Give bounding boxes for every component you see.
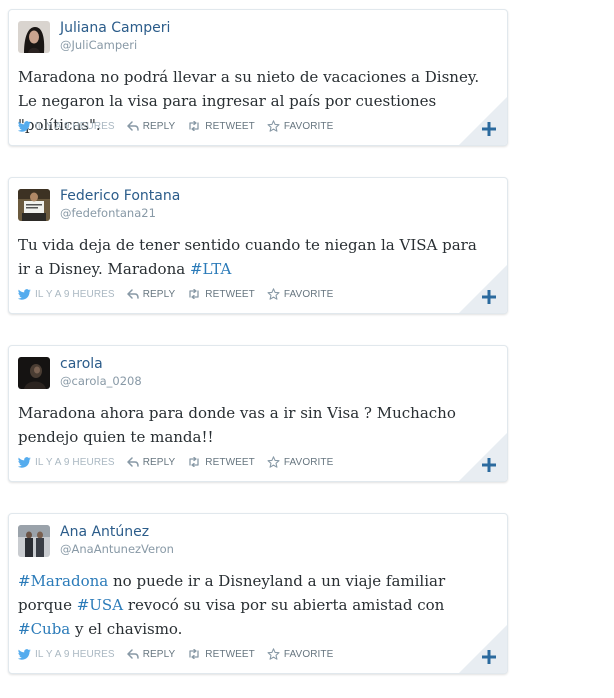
favorite-button[interactable]: FAVORITE	[267, 120, 334, 132]
tweet-text-segment: Maradona ahora para donde vas a ir sin V…	[18, 404, 456, 446]
user-handle: @AnaAntunezVeron	[60, 542, 174, 556]
star-icon	[267, 648, 280, 660]
tweet-timestamp[interactable]: IL Y A 9 HEURES	[35, 649, 115, 660]
star-icon	[267, 120, 280, 132]
avatar[interactable]	[18, 525, 50, 557]
favorite-button[interactable]: FAVORITE	[267, 648, 334, 660]
retweet-icon	[189, 289, 199, 299]
tweet-text-segment: revocó su visa por su abierta amistad co…	[123, 596, 445, 614]
reply-button[interactable]: REPLY	[126, 288, 176, 300]
favorite-label: FAVORITE	[283, 288, 334, 300]
retweet-label: RETWEET	[205, 120, 255, 132]
user-name[interactable]: Juliana Camperi	[60, 20, 170, 36]
retweet-icon	[189, 457, 199, 467]
tweet-text-segment: Tu vida deja de tener sentido cuando te …	[18, 236, 477, 278]
tweet-actions: IL Y A 9 HEURES REPLY RETWEET FAVORITE	[18, 119, 345, 133]
retweet-icon	[189, 121, 199, 131]
twitter-bird-icon	[18, 648, 31, 660]
tweet-card: Juliana Camperi @JuliCamperi Maradona no…	[8, 9, 508, 146]
favorite-button[interactable]: FAVORITE	[267, 456, 334, 468]
favorite-label: FAVORITE	[283, 120, 334, 132]
reply-label: REPLY	[142, 288, 176, 300]
plus-icon[interactable]	[481, 457, 497, 473]
favorite-label: FAVORITE	[283, 456, 334, 468]
hashtag-link[interactable]: #LTA	[190, 260, 231, 278]
tweet-card: carola @carola_0208 Maradona ahora para …	[8, 345, 508, 482]
twitter-bird-icon	[18, 120, 31, 132]
twitter-bird-icon	[18, 456, 31, 468]
tweet-text: Maradona ahora para donde vas a ir sin V…	[18, 401, 488, 449]
tweet-actions: IL Y A 9 HEURES REPLY RETWEET FAVORITE	[18, 455, 345, 469]
retweet-label: RETWEET	[205, 648, 255, 660]
tweet-corner	[459, 433, 507, 481]
favorite-label: FAVORITE	[283, 648, 334, 660]
tweet-card: Federico Fontana @fedefontana21 Tu vida …	[8, 177, 508, 314]
retweet-label: RETWEET	[205, 288, 255, 300]
user-name[interactable]: Federico Fontana	[60, 188, 180, 204]
plus-icon[interactable]	[481, 289, 497, 305]
tweet-actions: IL Y A 9 HEURES REPLY RETWEET FAVORITE	[18, 287, 345, 301]
tweet-timestamp[interactable]: IL Y A 9 HEURES	[35, 289, 115, 300]
avatar[interactable]	[18, 21, 50, 53]
hashtag-link[interactable]: #Cuba	[18, 620, 70, 638]
hashtag-link[interactable]: #Maradona	[18, 572, 108, 590]
tweet-corner	[459, 97, 507, 145]
retweet-button[interactable]: RETWEET	[187, 649, 255, 660]
retweet-icon	[189, 649, 199, 659]
favorite-button[interactable]: FAVORITE	[267, 288, 334, 300]
tweet-text: Tu vida deja de tener sentido cuando te …	[18, 233, 488, 281]
user-name[interactable]: Ana Antúnez	[60, 524, 149, 540]
retweet-button[interactable]: RETWEET	[187, 121, 255, 132]
retweet-button[interactable]: RETWEET	[187, 457, 255, 468]
tweet-timestamp[interactable]: IL Y A 9 HEURES	[35, 457, 115, 468]
tweet-card: Ana Antúnez @AnaAntunezVeron #Maradona n…	[8, 513, 508, 674]
reply-label: REPLY	[142, 456, 176, 468]
reply-button[interactable]: REPLY	[126, 648, 176, 660]
user-handle: @fedefontana21	[60, 206, 156, 220]
reply-button[interactable]: REPLY	[126, 120, 176, 132]
reply-icon	[126, 457, 139, 467]
user-handle: @carola_0208	[60, 374, 142, 388]
star-icon	[267, 456, 280, 468]
avatar[interactable]	[18, 357, 50, 389]
reply-icon	[126, 289, 139, 299]
tweet-text: #Maradona no puede ir a Disneyland a un …	[18, 569, 488, 641]
retweet-label: RETWEET	[205, 456, 255, 468]
tweet-corner	[459, 625, 507, 673]
hashtag-link[interactable]: #USA	[77, 596, 123, 614]
plus-icon[interactable]	[481, 649, 497, 665]
star-icon	[267, 288, 280, 300]
tweet-timestamp[interactable]: IL Y A 9 HEURES	[35, 121, 115, 132]
user-name[interactable]: carola	[60, 356, 103, 372]
tweet-corner	[459, 265, 507, 313]
user-handle: @JuliCamperi	[60, 38, 138, 52]
reply-label: REPLY	[142, 648, 176, 660]
reply-icon	[126, 121, 139, 131]
plus-icon[interactable]	[481, 121, 497, 137]
tweet-actions: IL Y A 9 HEURES REPLY RETWEET FAVORITE	[18, 647, 345, 661]
reply-button[interactable]: REPLY	[126, 456, 176, 468]
reply-label: REPLY	[142, 120, 176, 132]
tweet-text-segment: y el chavismo.	[70, 620, 183, 638]
reply-icon	[126, 649, 139, 659]
twitter-bird-icon	[18, 288, 31, 300]
avatar[interactable]	[18, 189, 50, 221]
retweet-button[interactable]: RETWEET	[187, 289, 255, 300]
